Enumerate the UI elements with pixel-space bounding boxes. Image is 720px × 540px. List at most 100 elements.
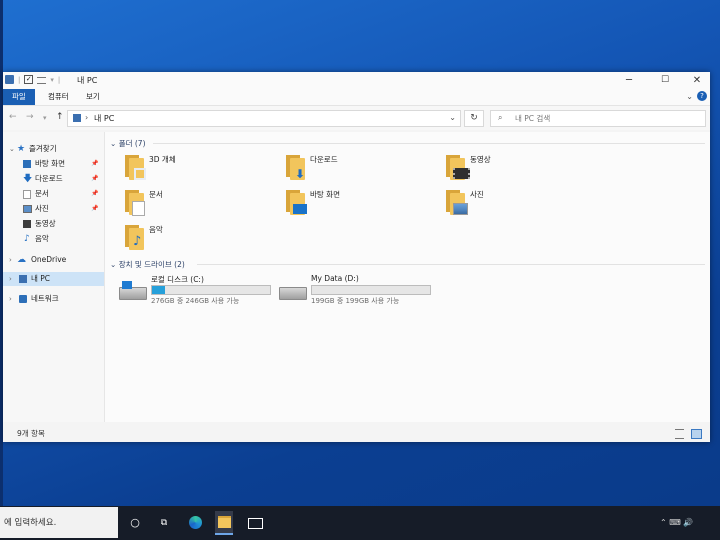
sidebar-item-quick-access[interactable]: ⌄ ★ 즐겨찾기 (3, 142, 104, 156)
drive-d[interactable]: My Data (D:) 199GB 중 199GB 사용 가능 (279, 274, 439, 308)
sidebar-item-label: 네트워크 (31, 294, 59, 303)
group-divider (153, 143, 705, 144)
sidebar-item-documents[interactable]: 문서 📌 (3, 187, 104, 201)
task-view-icon[interactable]: ⧉ (155, 514, 173, 532)
ribbon-right-controls: ⌄ ? (686, 91, 707, 101)
folder-documents[interactable]: 문서 (121, 187, 271, 221)
drive-free-space: 199GB 중 199GB 사용 가능 (311, 297, 400, 305)
edge-icon[interactable] (186, 514, 204, 532)
breadcrumb-this-pc[interactable]: 내 PC (94, 113, 114, 124)
desktop-folder-icon (282, 187, 308, 217)
up-button[interactable]: ↑ (56, 112, 64, 122)
expand-arrow-icon[interactable]: › (9, 253, 12, 267)
help-icon[interactable]: ? (697, 91, 707, 101)
folder-label: 3D 개체 (149, 155, 176, 164)
folder-3d-objects[interactable]: 3D 개체 (121, 152, 271, 186)
properties-icon[interactable]: ✓ (24, 75, 34, 84)
taskbar-search-text: 에 입력하세요. (4, 518, 57, 528)
back-button[interactable]: ← (9, 112, 17, 122)
collapse-arrow-icon[interactable]: ⌄ (110, 139, 116, 148)
folder-label: 바탕 화면 (310, 190, 340, 199)
pin-icon[interactable]: 📌 (91, 187, 98, 201)
quick-access-toolbar: | ✓ ▾ | (5, 75, 60, 84)
expand-arrow-icon[interactable]: › (9, 292, 12, 306)
windows-drive-icon (119, 281, 147, 300)
videos-folder-icon (442, 152, 470, 182)
details-view-icon[interactable] (675, 429, 684, 439)
desktop-icon (23, 160, 31, 168)
network-icon (19, 295, 27, 303)
mail-icon[interactable] (246, 514, 264, 532)
pin-icon[interactable]: 📌 (91, 172, 98, 186)
address-bar[interactable]: › 내 PC ⌄ (67, 110, 461, 127)
cortana-icon[interactable]: ○ (126, 514, 144, 532)
folders-group-header[interactable]: ⌄ 폴더 (7) (110, 138, 146, 149)
refresh-button[interactable]: ↻ (464, 110, 484, 127)
sidebar-item-downloads[interactable]: 🡇 다운로드 📌 (3, 172, 104, 186)
collapse-arrow-icon[interactable]: ⌄ (9, 142, 15, 156)
group-divider (197, 264, 705, 265)
sidebar-item-network[interactable]: › 네트워크 (3, 292, 104, 306)
folder-desktop[interactable]: 바탕 화면 (282, 187, 432, 221)
pin-icon[interactable]: 📌 (91, 202, 98, 216)
file-explorer-icon[interactable] (215, 511, 233, 535)
sidebar-item-label: 다운로드 (35, 174, 63, 183)
collapse-arrow-icon[interactable]: ⌄ (110, 260, 116, 269)
folder-label: 동영상 (470, 155, 491, 164)
expand-ribbon-icon[interactable]: ⌄ (686, 92, 693, 101)
taskbar-search-box[interactable]: 에 입력하세요. (0, 507, 118, 538)
music-icon: ♪ (24, 234, 30, 244)
sidebar-item-desktop[interactable]: 바탕 화면 📌 (3, 157, 104, 171)
group-title: 폴더 (7) (118, 139, 146, 148)
documents-icon (23, 190, 31, 199)
folder-downloads[interactable]: ⬇ 다운로드 (282, 152, 432, 186)
folder-videos[interactable]: 동영상 (442, 152, 592, 186)
tab-computer[interactable]: 컴퓨터 (41, 89, 76, 105)
pictures-icon (23, 205, 32, 213)
sidebar-item-music[interactable]: ♪ 음악 (3, 232, 104, 246)
customize-toolbar-icon[interactable]: ▾ (50, 76, 54, 84)
sidebar-item-label: 문서 (35, 189, 49, 198)
minimize-button[interactable]: ─ (613, 72, 645, 89)
file-list-pane: ⌄ 폴더 (7) 3D 개체 ⬇ 다운로드 동영상 문서 바탕 화면 사진 ♪ … (105, 132, 710, 422)
explorer-window: | ✓ ▾ | 내 PC ─ ☐ ✕ 파일 컴퓨터 보기 ⌄ ? ← → ▾ ↑… (3, 72, 710, 442)
sidebar-item-this-pc[interactable]: › 내 PC (3, 272, 104, 286)
address-history-dropdown-icon[interactable]: ⌄ (449, 113, 456, 122)
sidebar-item-videos[interactable]: 동영상 (3, 217, 104, 231)
forward-button[interactable]: → (26, 112, 34, 122)
folder-pictures[interactable]: 사진 (442, 187, 592, 221)
sidebar-item-label: 내 PC (31, 274, 51, 283)
system-tray[interactable]: ⌃ ⌨ 🔊 (660, 518, 693, 527)
new-folder-icon[interactable] (37, 77, 47, 84)
sidebar-item-label: OneDrive (31, 255, 67, 264)
sidebar-item-pictures[interactable]: 사진 📌 (3, 202, 104, 216)
this-pc-icon (73, 114, 81, 122)
status-bar: 9개 항목 (3, 424, 710, 442)
search-placeholder: 내 PC 검색 (515, 114, 551, 123)
close-button[interactable]: ✕ (681, 72, 713, 89)
breadcrumb-separator-icon[interactable]: › (85, 113, 88, 122)
tab-file[interactable]: 파일 (3, 89, 35, 105)
folder-label: 음악 (149, 225, 163, 234)
3d-objects-folder-icon (121, 152, 147, 182)
this-pc-icon (19, 275, 27, 283)
sidebar-item-onedrive[interactable]: › ☁ OneDrive (3, 253, 104, 267)
downloads-folder-icon: ⬇ (282, 152, 308, 182)
this-pc-icon (5, 75, 14, 84)
drive-c[interactable]: 로컬 디스크 (C:) 276GB 중 246GB 사용 가능 (119, 274, 279, 308)
large-icons-view-icon[interactable] (691, 429, 702, 439)
window-title: 내 PC (77, 76, 98, 85)
folder-music[interactable]: ♪ 음악 (121, 222, 271, 256)
taskbar: 에 입력하세요. ○ ⧉ ⌃ ⌨ 🔊 (0, 506, 720, 540)
drives-group-header[interactable]: ⌄ 장치 및 드라이브 (2) (110, 259, 185, 270)
search-input[interactable]: ⌕ 내 PC 검색 (490, 110, 706, 127)
pin-icon[interactable]: 📌 (91, 157, 98, 171)
maximize-button[interactable]: ☐ (649, 72, 681, 89)
tab-view[interactable]: 보기 (79, 89, 107, 105)
expand-arrow-icon[interactable]: › (9, 272, 12, 286)
title-bar: | ✓ ▾ | 내 PC ─ ☐ ✕ (3, 72, 710, 89)
sidebar-item-label: 즐겨찾기 (29, 144, 57, 153)
sidebar-item-label: 음악 (35, 234, 49, 243)
sidebar-item-label: 사진 (35, 204, 49, 213)
recent-locations-icon[interactable]: ▾ (43, 114, 47, 122)
